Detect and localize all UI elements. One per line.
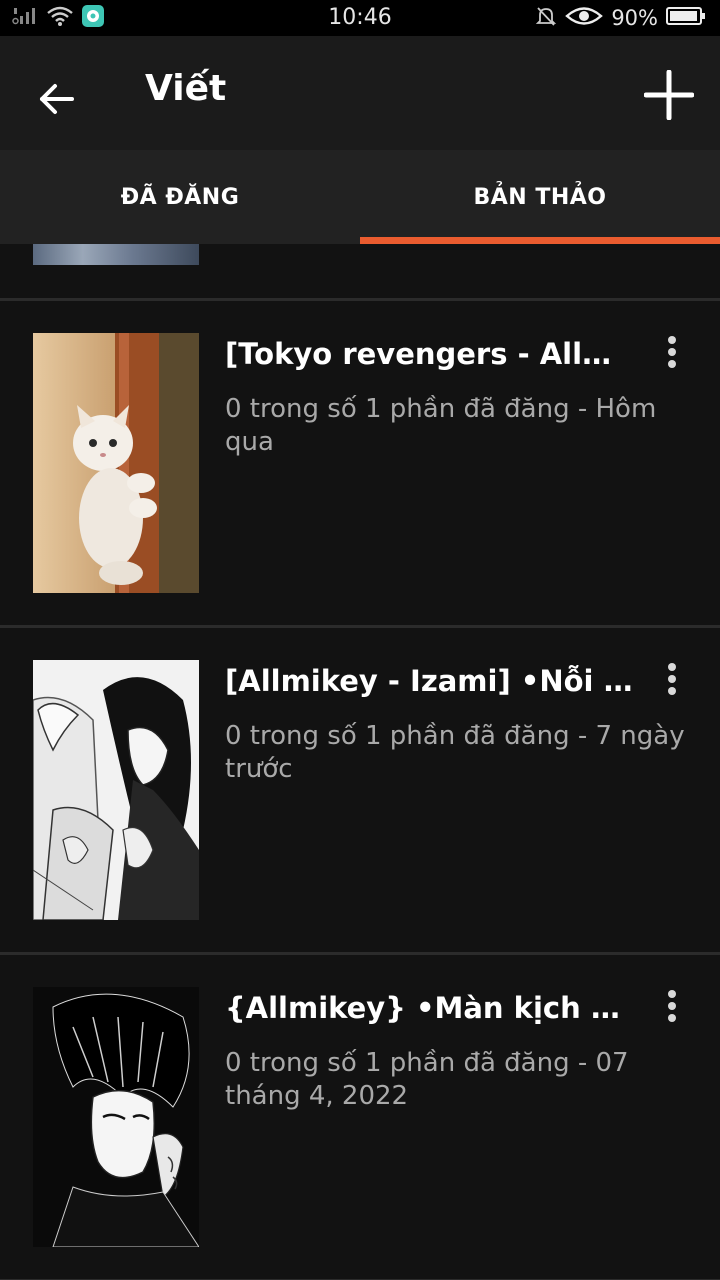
- story-title[interactable]: [Allmikey - Izami] •Nỗi ...: [225, 664, 635, 698]
- page-title: Viết: [145, 68, 227, 109]
- tab-drafts[interactable]: BẢN THẢO: [360, 150, 720, 244]
- list-item[interactable]: {Allmikey} •Màn kịch hoàn hảo... 0 trong…: [0, 955, 720, 1280]
- story-cover: [33, 660, 199, 920]
- list-item[interactable]: [Tokyo revengers - Allmikey] ... 0 trong…: [0, 301, 720, 628]
- add-story-button[interactable]: [638, 64, 700, 126]
- tab-bar: ĐÃ ĐĂNG BẢN THẢO: [0, 150, 720, 244]
- story-title[interactable]: [Tokyo revengers - Allmikey] ...: [225, 337, 635, 371]
- back-button[interactable]: [30, 72, 84, 126]
- more-vert-icon: [668, 663, 676, 671]
- story-cover: [33, 333, 199, 593]
- list-item[interactable]: [Allmikey - Izami] •Nỗi ... 0 trong số 1…: [0, 628, 720, 955]
- mute-bell-icon: [535, 5, 557, 32]
- more-options-button[interactable]: [656, 331, 688, 373]
- more-vert-icon: [668, 336, 676, 344]
- story-title[interactable]: {Allmikey} •Màn kịch hoàn hảo...: [225, 991, 635, 1025]
- battery-percent: 90%: [611, 6, 658, 30]
- story-meta: 0 trong số 1 phần đã đăng - 07 tháng 4, …: [225, 1048, 629, 1111]
- story-meta: 0 trong số 1 phần đã đăng - 7 ngày trước: [225, 721, 685, 784]
- more-options-button[interactable]: [656, 985, 688, 1027]
- list-item[interactable]: [0, 244, 720, 301]
- more-vert-icon: [668, 990, 676, 998]
- story-list: [Tokyo revengers - Allmikey] ... 0 trong…: [0, 244, 720, 1280]
- plus-icon: [644, 70, 694, 120]
- more-options-button[interactable]: [656, 658, 688, 700]
- battery-icon: [666, 6, 706, 31]
- eye-icon: [565, 5, 604, 32]
- back-arrow-icon: [40, 84, 74, 114]
- tab-published[interactable]: ĐÃ ĐĂNG: [0, 150, 360, 244]
- story-cover: [33, 987, 199, 1247]
- status-bar: 10:46 90%: [0, 0, 720, 36]
- story-cover: [33, 244, 199, 265]
- story-meta: 0 trong số 1 phần đã đăng - Hôm qua: [225, 394, 657, 457]
- app-bar: Viết: [0, 36, 720, 150]
